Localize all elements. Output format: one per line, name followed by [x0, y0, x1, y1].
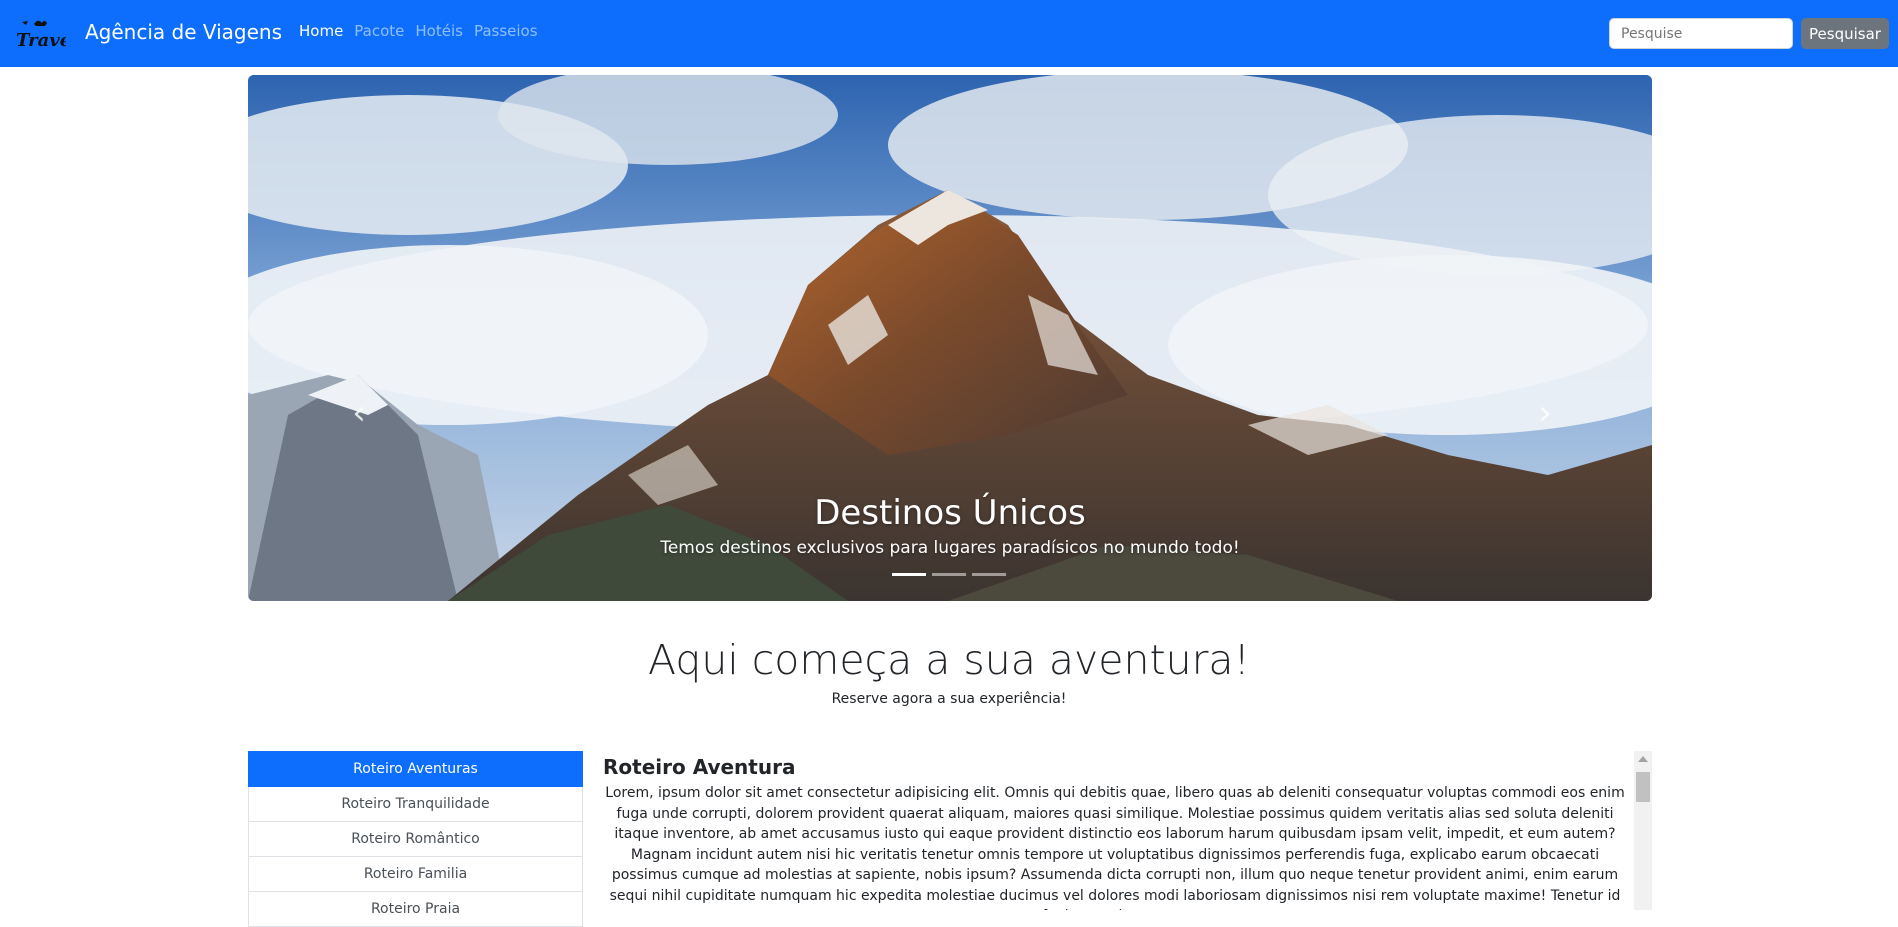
- search-input[interactable]: [1609, 18, 1793, 49]
- brand-name[interactable]: Agência de Viagens: [85, 20, 282, 44]
- svg-text:Travel: Travel: [16, 30, 66, 51]
- chevron-right-icon: ›: [1538, 393, 1552, 433]
- carousel-prev-button[interactable]: ‹: [344, 393, 374, 433]
- itinerary-list: Roteiro Aventuras Roteiro Tranquilidade …: [248, 751, 583, 927]
- list-item-roteiro-familia[interactable]: Roteiro Familia: [248, 857, 583, 892]
- carousel-next-button[interactable]: ›: [1530, 393, 1560, 433]
- page-headline: Aqui começa a sua aventura!: [648, 636, 1250, 684]
- travel-logo-icon[interactable]: Travel: [14, 16, 66, 52]
- nav-link-hoteis[interactable]: Hotéis: [415, 22, 463, 40]
- nav-links: Home Pacote Hotéis Passeios: [299, 22, 549, 40]
- scroll-up-arrow-icon[interactable]: [1638, 756, 1648, 762]
- hero-carousel: ‹ › Destinos Únicos Temos destinos exclu…: [248, 75, 1652, 601]
- list-item-roteiro-tranquilidade[interactable]: Roteiro Tranquilidade: [248, 787, 583, 822]
- list-item-roteiro-aventuras[interactable]: Roteiro Aventuras: [248, 751, 583, 787]
- carousel-indicator-3[interactable]: [972, 573, 1006, 576]
- carousel-indicators: [892, 573, 1006, 576]
- navbar: Travel Agência de Viagens Home Pacote Ho…: [0, 0, 1898, 67]
- search-button[interactable]: Pesquisar: [1801, 18, 1889, 49]
- nav-link-passeios[interactable]: Passeios: [474, 22, 538, 40]
- chevron-left-icon: ‹: [352, 393, 366, 433]
- nav-link-home[interactable]: Home: [299, 22, 343, 40]
- itinerary-details: Roteiro Aventura Lorem, ipsum dolor sit …: [600, 751, 1652, 910]
- details-text: Lorem, ipsum dolor sit amet consectetur …: [605, 785, 1625, 910]
- nav-link-pacote[interactable]: Pacote: [354, 22, 404, 40]
- page-subline: Reserve agora a sua experiência!: [831, 691, 1067, 707]
- carousel-caption-text: Temos destinos exclusivos para lugares p…: [660, 538, 1240, 558]
- carousel-indicator-1[interactable]: [892, 573, 926, 576]
- carousel-indicator-2[interactable]: [932, 573, 966, 576]
- details-scrollbar[interactable]: [1634, 751, 1652, 910]
- carousel-caption-title: Destinos Únicos: [814, 493, 1086, 533]
- details-title: Roteiro Aventura: [603, 755, 796, 779]
- scroll-thumb[interactable]: [1636, 772, 1650, 802]
- list-item-roteiro-romantico[interactable]: Roteiro Romântico: [248, 822, 583, 857]
